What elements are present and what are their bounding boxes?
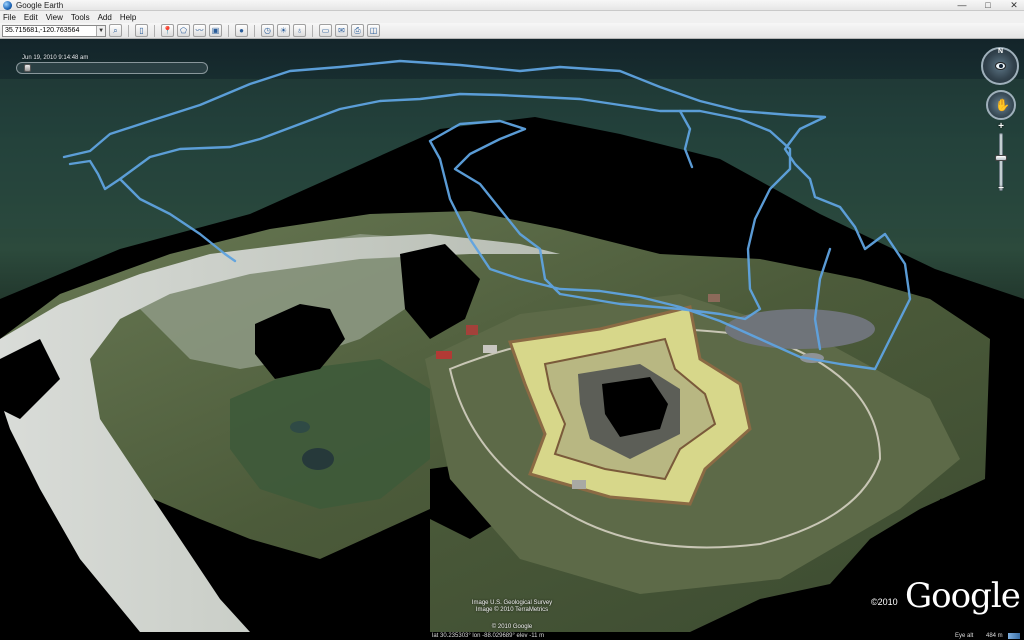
add-placemark-button[interactable]: 📍	[161, 24, 174, 37]
add-path-button[interactable]: 〰	[193, 24, 206, 37]
menu-help[interactable]: Help	[120, 13, 136, 22]
ruler-button[interactable]: ▭	[319, 24, 332, 37]
planets-button[interactable]: ♁	[293, 24, 306, 37]
terrain-view	[0, 39, 1024, 632]
time-slider-thumb[interactable]	[24, 64, 32, 72]
sunlight-button[interactable]: ☀	[277, 24, 290, 37]
search-history-dropdown[interactable]: ▼	[96, 25, 105, 36]
google-logo: Google	[905, 576, 1021, 616]
add-polygon-icon: ⬠	[180, 25, 187, 35]
close-button[interactable]: ✕	[1008, 0, 1020, 11]
zoom-slider-thumb[interactable]	[995, 155, 1007, 161]
toolbar-separator	[228, 24, 229, 37]
ruler-icon: ▭	[321, 25, 330, 35]
building	[708, 294, 720, 302]
hide-sidebar-button[interactable]: ▯	[135, 24, 148, 37]
add-path-icon: 〰	[195, 25, 204, 35]
email-button[interactable]: ✉	[335, 24, 348, 37]
menu-tools[interactable]: Tools	[71, 13, 90, 22]
menu-file[interactable]: File	[3, 13, 16, 22]
image-overlay-icon: ▣	[211, 25, 220, 35]
menu-edit[interactable]: Edit	[24, 13, 38, 22]
planets-icon: ♁	[296, 25, 303, 35]
title-bar: Google Earth — □ ✕	[0, 0, 1024, 11]
eye-altitude-label: Eye alt	[955, 633, 974, 639]
eye-icon	[995, 62, 1006, 70]
toolbar-separator	[154, 24, 155, 37]
building	[483, 345, 497, 353]
record-tour-button[interactable]: ●	[235, 24, 248, 37]
parking-lot	[725, 309, 875, 349]
maximize-button[interactable]: □	[982, 0, 994, 11]
print-button[interactable]: ⎙	[351, 24, 364, 37]
window-controls: — □ ✕	[956, 0, 1020, 11]
hand-icon: ✋	[995, 98, 1010, 112]
menu-view[interactable]: View	[46, 13, 63, 22]
pointer-coordinates: lat 30.235303° lon -88.029689° elev -11 …	[432, 633, 545, 639]
search-input[interactable]	[3, 25, 97, 36]
record-tour-icon: ●	[239, 25, 244, 35]
add-placemark-icon: 📍	[162, 25, 173, 35]
window-title: Google Earth	[16, 0, 64, 10]
view-in-maps-button[interactable]: ◫	[367, 24, 380, 37]
sunlight-icon: ☀	[279, 25, 288, 35]
google-attribution: © 2010 Google	[491, 624, 533, 630]
zoom-in-button[interactable]: +	[994, 121, 1008, 132]
earth-viewport[interactable]	[0, 39, 1024, 632]
copyright-year: ©2010	[871, 597, 898, 607]
toolbar-separator	[128, 24, 129, 37]
add-polygon-button[interactable]: ⬠	[177, 24, 190, 37]
print-icon: ⎙	[354, 25, 361, 35]
toolbar: ▼ ⌕ ▯ 📍 ⬠ 〰 ▣ ● ◷ ☀ ♁ ▭ ✉ ⎙ ◫	[0, 23, 1024, 39]
zoom-out-button[interactable]: −	[994, 183, 1008, 194]
historical-imagery-icon: ◷	[264, 25, 271, 35]
menu-bar: File Edit View Tools Add Help	[0, 11, 1024, 23]
status-bar: lat 30.235303° lon -88.029689° elev -11 …	[0, 632, 1024, 640]
look-control[interactable]: N	[981, 47, 1019, 85]
time-slider-label: Jun 19, 2010 9:14:48 am	[22, 55, 89, 61]
search-button[interactable]: ⌕	[109, 24, 122, 37]
google-earth-icon	[3, 0, 12, 10]
pond	[302, 448, 334, 470]
move-control[interactable]: ✋	[986, 90, 1016, 120]
image-overlay-button[interactable]: ▣	[209, 24, 222, 37]
toolbar-buttons: ▯ 📍 ⬠ 〰 ▣ ● ◷ ☀ ♁ ▭ ✉ ⎙ ◫	[132, 24, 380, 37]
minimize-button[interactable]: —	[956, 0, 968, 11]
menu-add[interactable]: Add	[98, 13, 112, 22]
building	[436, 351, 452, 359]
view-in-maps-icon: ◫	[369, 25, 378, 35]
pond	[290, 421, 310, 433]
toolbar-separator	[312, 24, 313, 37]
toolbar-separator	[254, 24, 255, 37]
eye-altitude-value: 484 m	[986, 633, 1003, 639]
north-indicator: N	[998, 48, 1004, 55]
search-icon: ⌕	[113, 25, 118, 35]
search-box: ▼	[2, 24, 106, 37]
imagery-attribution-2: Image © 2010 TerraMetrics	[475, 607, 549, 613]
email-icon: ✉	[338, 25, 345, 35]
building	[572, 480, 586, 489]
time-slider[interactable]	[16, 62, 208, 74]
streaming-indicator	[1008, 633, 1020, 639]
hide-sidebar-icon: ▯	[139, 25, 144, 35]
historical-imagery-button[interactable]: ◷	[261, 24, 274, 37]
building	[466, 325, 478, 335]
